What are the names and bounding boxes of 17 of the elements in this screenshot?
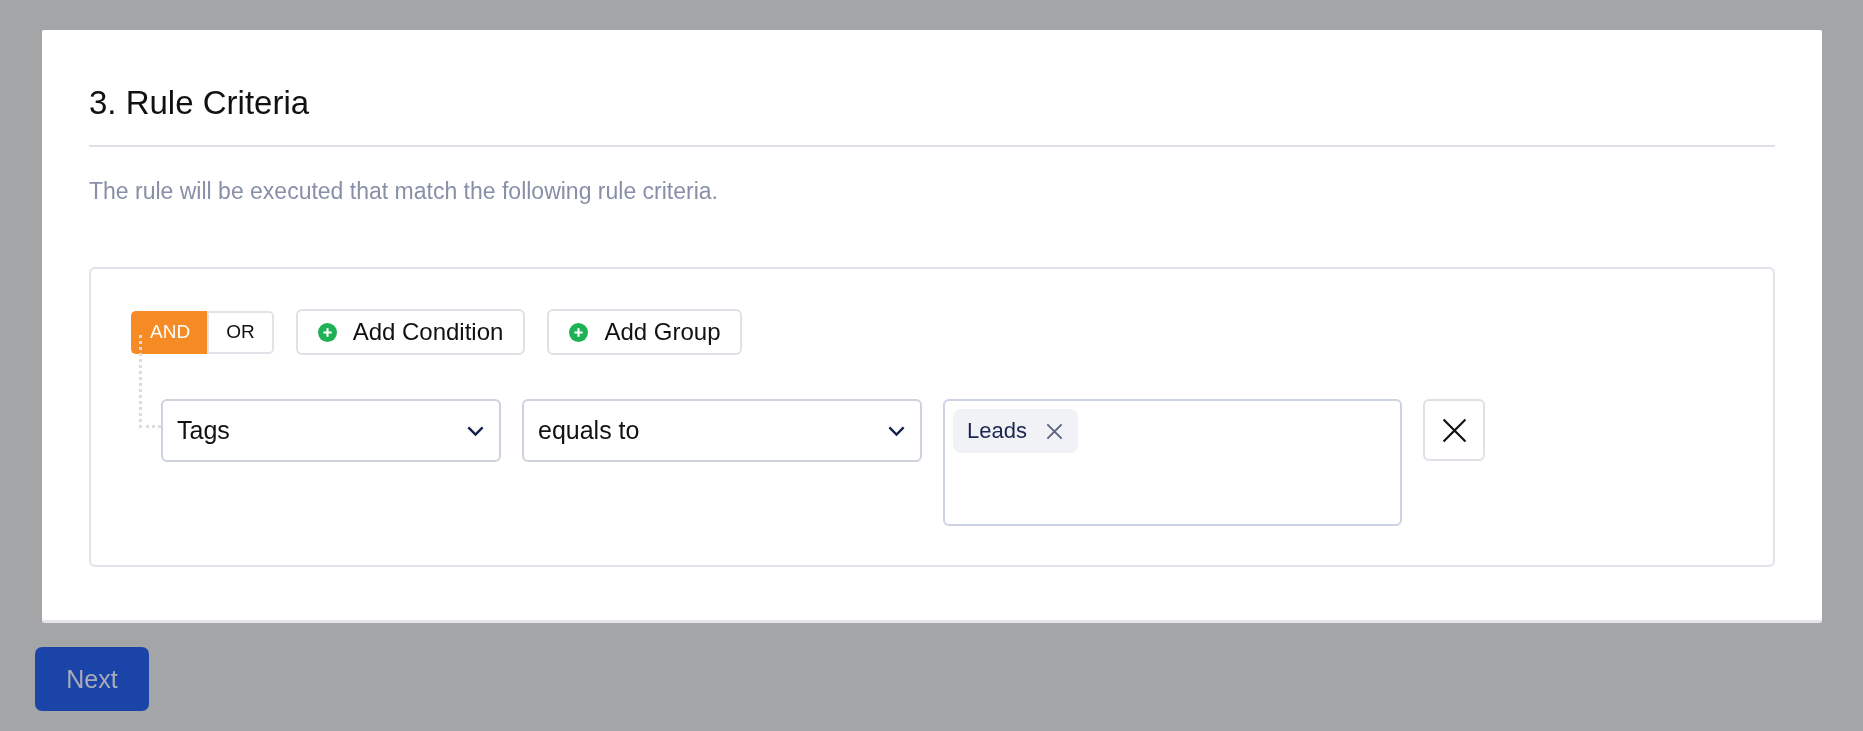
plus-icon [317, 322, 337, 342]
plus-icon [569, 322, 589, 342]
close-icon [1441, 417, 1467, 443]
tag-label: Leads [967, 418, 1027, 444]
remove-condition-button[interactable] [1423, 399, 1485, 461]
close-icon[interactable] [1044, 421, 1064, 441]
add-button[interactable]: Add Group [547, 309, 743, 355]
next-button[interactable]: Next [35, 647, 149, 711]
add-button[interactable]: Add Condition [295, 309, 526, 355]
chevron-down-icon [887, 424, 906, 437]
logic-option[interactable]: OR [207, 310, 274, 354]
section-description: The rule will be executed that match the following rule criteria. [89, 178, 719, 205]
operator-dropdown[interactable]: equals to [522, 399, 922, 462]
tag-input-field[interactable]: Leads [943, 399, 1402, 526]
field-dropdown[interactable]: Tags [161, 399, 501, 462]
section-title: 3. Rule Criteria [89, 83, 311, 123]
chevron-down-icon [466, 424, 485, 437]
